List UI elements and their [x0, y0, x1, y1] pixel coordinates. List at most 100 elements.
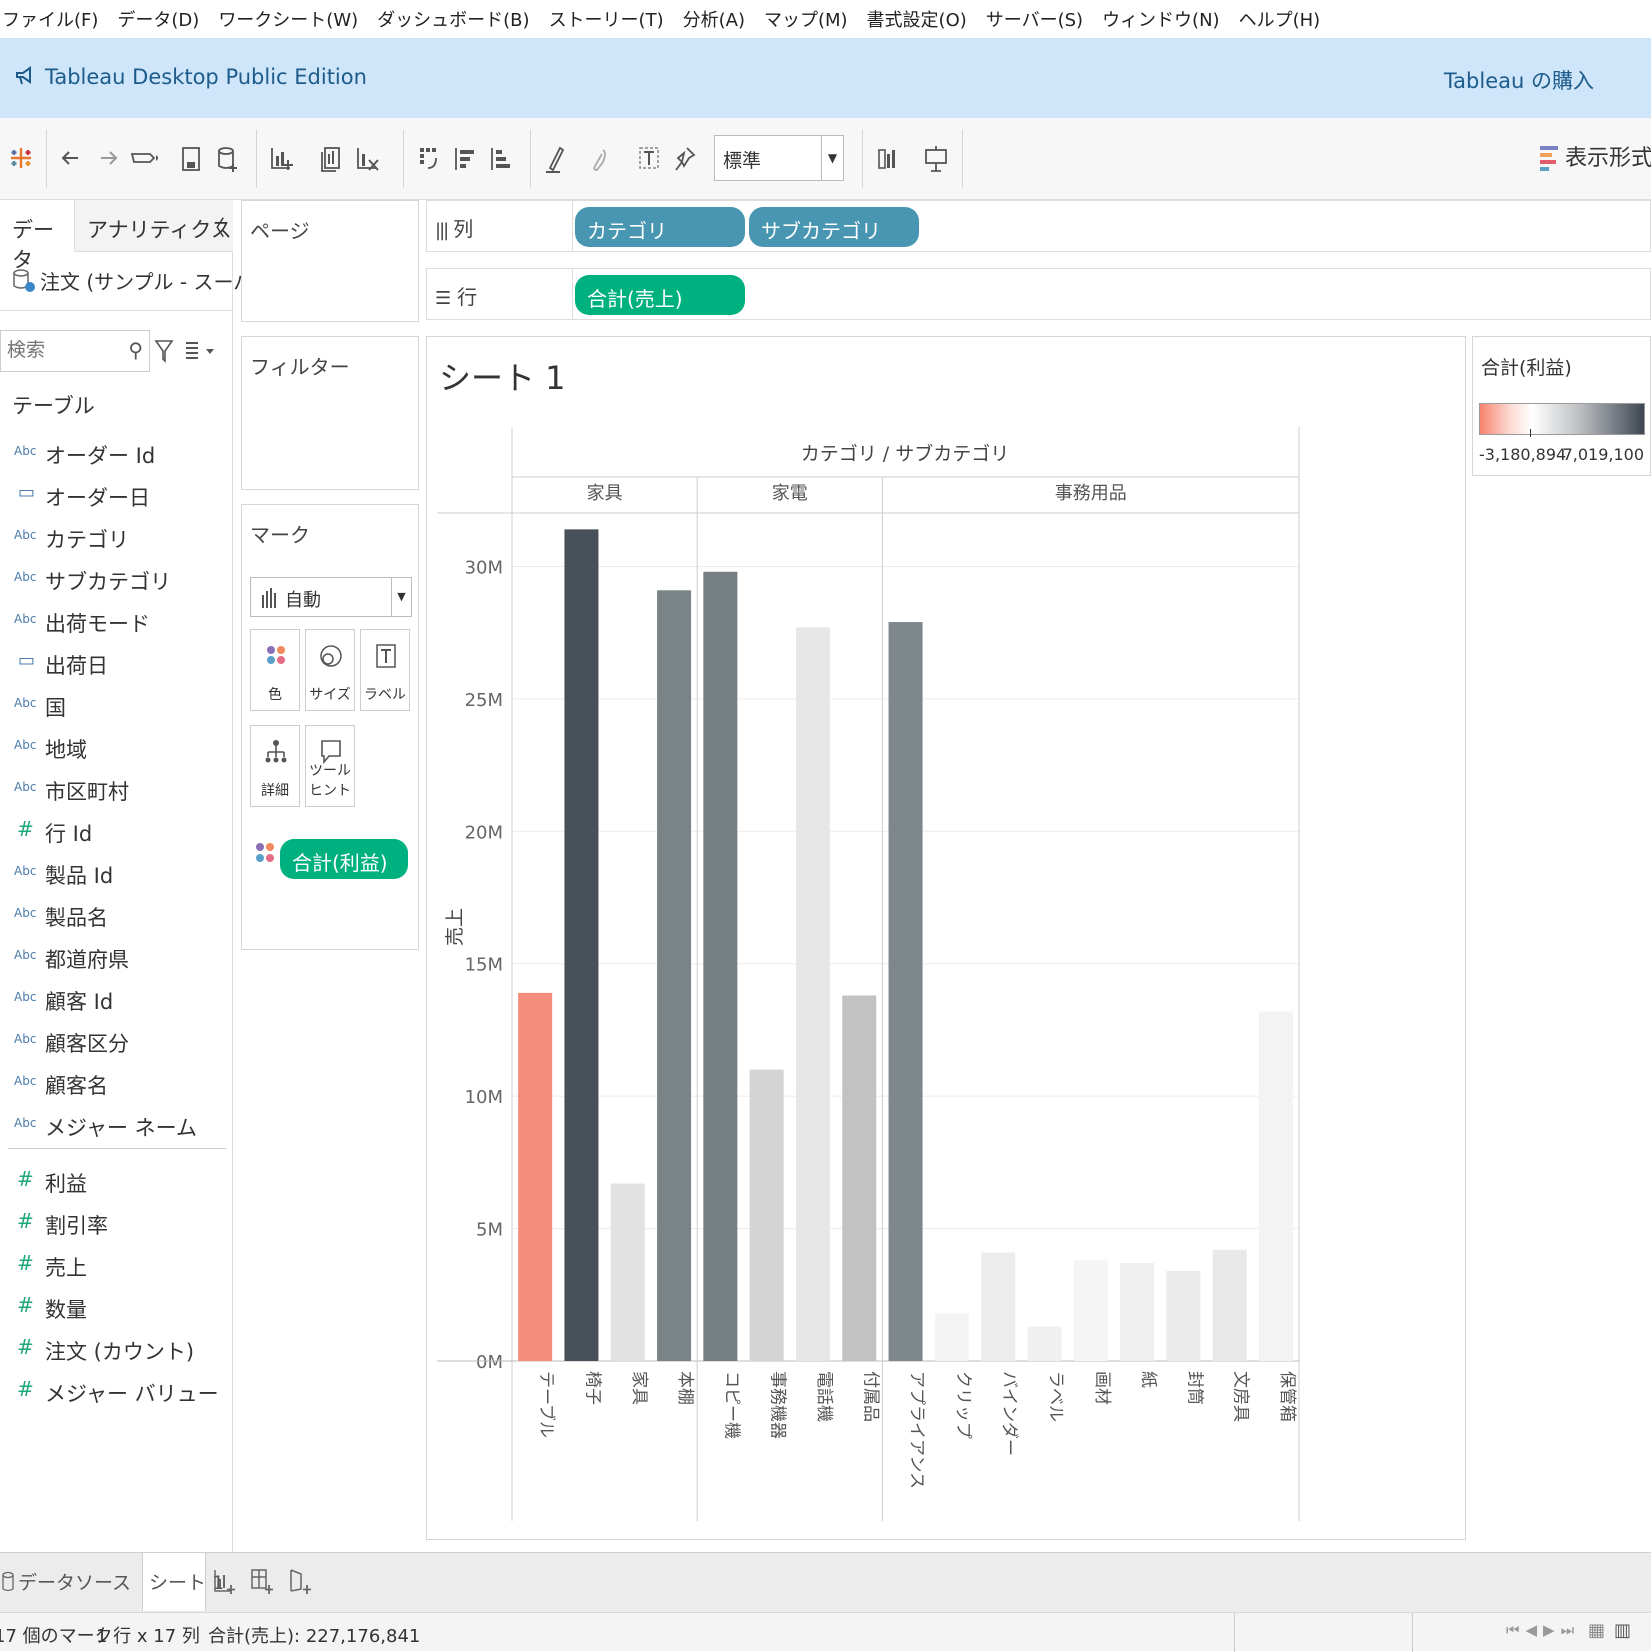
search-box[interactable]: ⚲: [0, 330, 150, 372]
menu-item[interactable]: ダッシュボード(B): [377, 6, 529, 32]
bar[interactable]: [1258, 1011, 1293, 1361]
field-item[interactable]: # 売上: [0, 1246, 230, 1286]
label-button[interactable]: ラベル: [360, 629, 410, 711]
field-item[interactable]: Abc 出荷モード: [0, 602, 230, 642]
show-cards-icon[interactable]: [874, 140, 904, 176]
bar[interactable]: [888, 622, 923, 1361]
new-worksheet-icon[interactable]: [266, 140, 296, 176]
bar[interactable]: [934, 1313, 969, 1361]
bar[interactable]: [610, 1183, 645, 1361]
bar[interactable]: [518, 992, 553, 1361]
field-item[interactable]: Abc 国: [0, 686, 230, 726]
sheet-tab[interactable]: シート 1: [142, 1553, 224, 1611]
bar[interactable]: [703, 571, 738, 1361]
sheet-navigation-icon[interactable]: ⏮◀▶⏭: [1506, 1621, 1580, 1639]
tab-data[interactable]: データ: [0, 200, 75, 272]
field-item[interactable]: Abc オーダー Id: [0, 434, 230, 474]
size-button[interactable]: サイズ: [305, 629, 355, 711]
field-item[interactable]: Abc 顧客区分: [0, 1022, 230, 1062]
mark-type-dropdown[interactable]: 自動 ▼: [250, 577, 412, 617]
row-pill-sales[interactable]: 合計(売上): [575, 275, 745, 315]
bar[interactable]: [795, 627, 830, 1361]
menu-item[interactable]: サーバー(S): [986, 6, 1083, 32]
search-input[interactable]: [7, 339, 117, 361]
bar[interactable]: [1212, 1249, 1247, 1361]
field-item[interactable]: Abc 地域: [0, 728, 230, 768]
color-pill[interactable]: 合計(利益): [280, 839, 408, 879]
menu-item[interactable]: ワークシート(W): [218, 6, 358, 32]
field-item[interactable]: # 数量: [0, 1288, 230, 1328]
view-options-icon[interactable]: [184, 340, 216, 362]
duplicate-sheet-icon[interactable]: [316, 140, 346, 176]
clear-sheet-icon[interactable]: [352, 140, 382, 176]
undo-icon[interactable]: [56, 140, 86, 176]
new-datasource-icon[interactable]: [213, 140, 243, 176]
tableau-logo-icon[interactable]: [6, 140, 36, 176]
new-dashboard-tab-icon[interactable]: [248, 1567, 278, 1597]
field-item[interactable]: # メジャー バリュー: [0, 1372, 230, 1412]
tab-analytics[interactable]: アナリティクス 〈: [75, 200, 233, 252]
field-item[interactable]: Abc 都道府県: [0, 938, 230, 978]
detail-button[interactable]: 詳細: [250, 725, 300, 807]
sort-ascending-icon[interactable]: [450, 140, 480, 176]
sort-descending-icon[interactable]: [486, 140, 516, 176]
field-item[interactable]: Abc 顧客 Id: [0, 980, 230, 1020]
show-labels-icon[interactable]: [634, 140, 664, 176]
new-story-tab-icon[interactable]: [286, 1567, 316, 1597]
column-pill-subcategory[interactable]: サブカテゴリ: [749, 207, 919, 247]
presentation-icon[interactable]: [921, 140, 951, 176]
field-item[interactable]: Abc メジャー ネーム: [0, 1106, 230, 1146]
menu-item[interactable]: データ(D): [117, 6, 199, 32]
bar[interactable]: [981, 1252, 1016, 1361]
bar[interactable]: [1073, 1260, 1108, 1361]
bar[interactable]: [1120, 1263, 1155, 1361]
sheet-sorter-icon[interactable]: ▦: [1588, 1620, 1605, 1641]
menu-item[interactable]: ヘルプ(H): [1239, 6, 1321, 32]
menu-item[interactable]: ストーリー(T): [549, 6, 664, 32]
bar[interactable]: [657, 590, 692, 1361]
menu-item[interactable]: ウィンドウ(N): [1102, 6, 1220, 32]
field-item[interactable]: # 割引率: [0, 1204, 230, 1244]
pin-icon[interactable]: [670, 140, 700, 176]
bar[interactable]: [1166, 1270, 1201, 1361]
field-item[interactable]: # 行 Id: [0, 812, 230, 852]
field-item[interactable]: Abc 市区町村: [0, 770, 230, 810]
buy-tableau-link[interactable]: Tableau の購入: [1444, 65, 1594, 95]
collapse-pane-icon[interactable]: 〈: [204, 212, 225, 242]
filters-card[interactable]: フィルター: [241, 336, 419, 490]
column-pill-category[interactable]: カテゴリ: [575, 207, 745, 247]
field-item[interactable]: ▭ 出荷日: [0, 644, 230, 684]
menu-item[interactable]: 書式設定(O): [867, 6, 967, 32]
save-icon[interactable]: [176, 140, 206, 176]
menu-item[interactable]: マップ(M): [764, 6, 848, 32]
color-button[interactable]: 色: [250, 629, 300, 711]
field-item[interactable]: Abc 製品名: [0, 896, 230, 936]
redo-icon[interactable]: [93, 140, 123, 176]
highlight-icon[interactable]: [540, 140, 570, 176]
field-item[interactable]: # 利益: [0, 1162, 230, 1202]
group-members-icon[interactable]: [585, 140, 615, 176]
tooltip-button[interactable]: ツールヒント: [305, 725, 355, 807]
pages-card[interactable]: ページ: [241, 200, 419, 322]
bar-chart[interactable]: シート 1カテゴリ / サブカテゴリ0M5M10M15M20M25M30M売上家…: [427, 337, 1467, 1541]
film-strip-icon[interactable]: ▥: [1614, 1620, 1631, 1641]
field-item[interactable]: ▭ オーダー日: [0, 476, 230, 516]
swap-rows-columns-icon[interactable]: [414, 140, 444, 176]
bar[interactable]: [842, 995, 877, 1361]
replay-icon[interactable]: [128, 140, 159, 176]
field-item[interactable]: # 注文 (カウント): [0, 1330, 230, 1370]
menu-item[interactable]: ファイル(F): [2, 6, 98, 32]
bar[interactable]: [1027, 1326, 1062, 1361]
new-worksheet-tab-icon[interactable]: [210, 1567, 240, 1597]
menu-item[interactable]: 分析(A): [683, 6, 745, 32]
datasource-tab[interactable]: データソース: [0, 1553, 142, 1611]
field-item[interactable]: Abc 製品 Id: [0, 854, 230, 894]
field-item[interactable]: Abc サブカテゴリ: [0, 560, 230, 600]
bar[interactable]: [564, 529, 599, 1361]
filter-icon[interactable]: [154, 338, 174, 364]
field-item[interactable]: Abc カテゴリ: [0, 518, 230, 558]
field-item[interactable]: Abc 顧客名: [0, 1064, 230, 1104]
legend-gradient[interactable]: [1479, 403, 1645, 435]
bar[interactable]: [749, 1069, 784, 1361]
mark-size-select[interactable]: 標準 ▼: [714, 135, 844, 181]
